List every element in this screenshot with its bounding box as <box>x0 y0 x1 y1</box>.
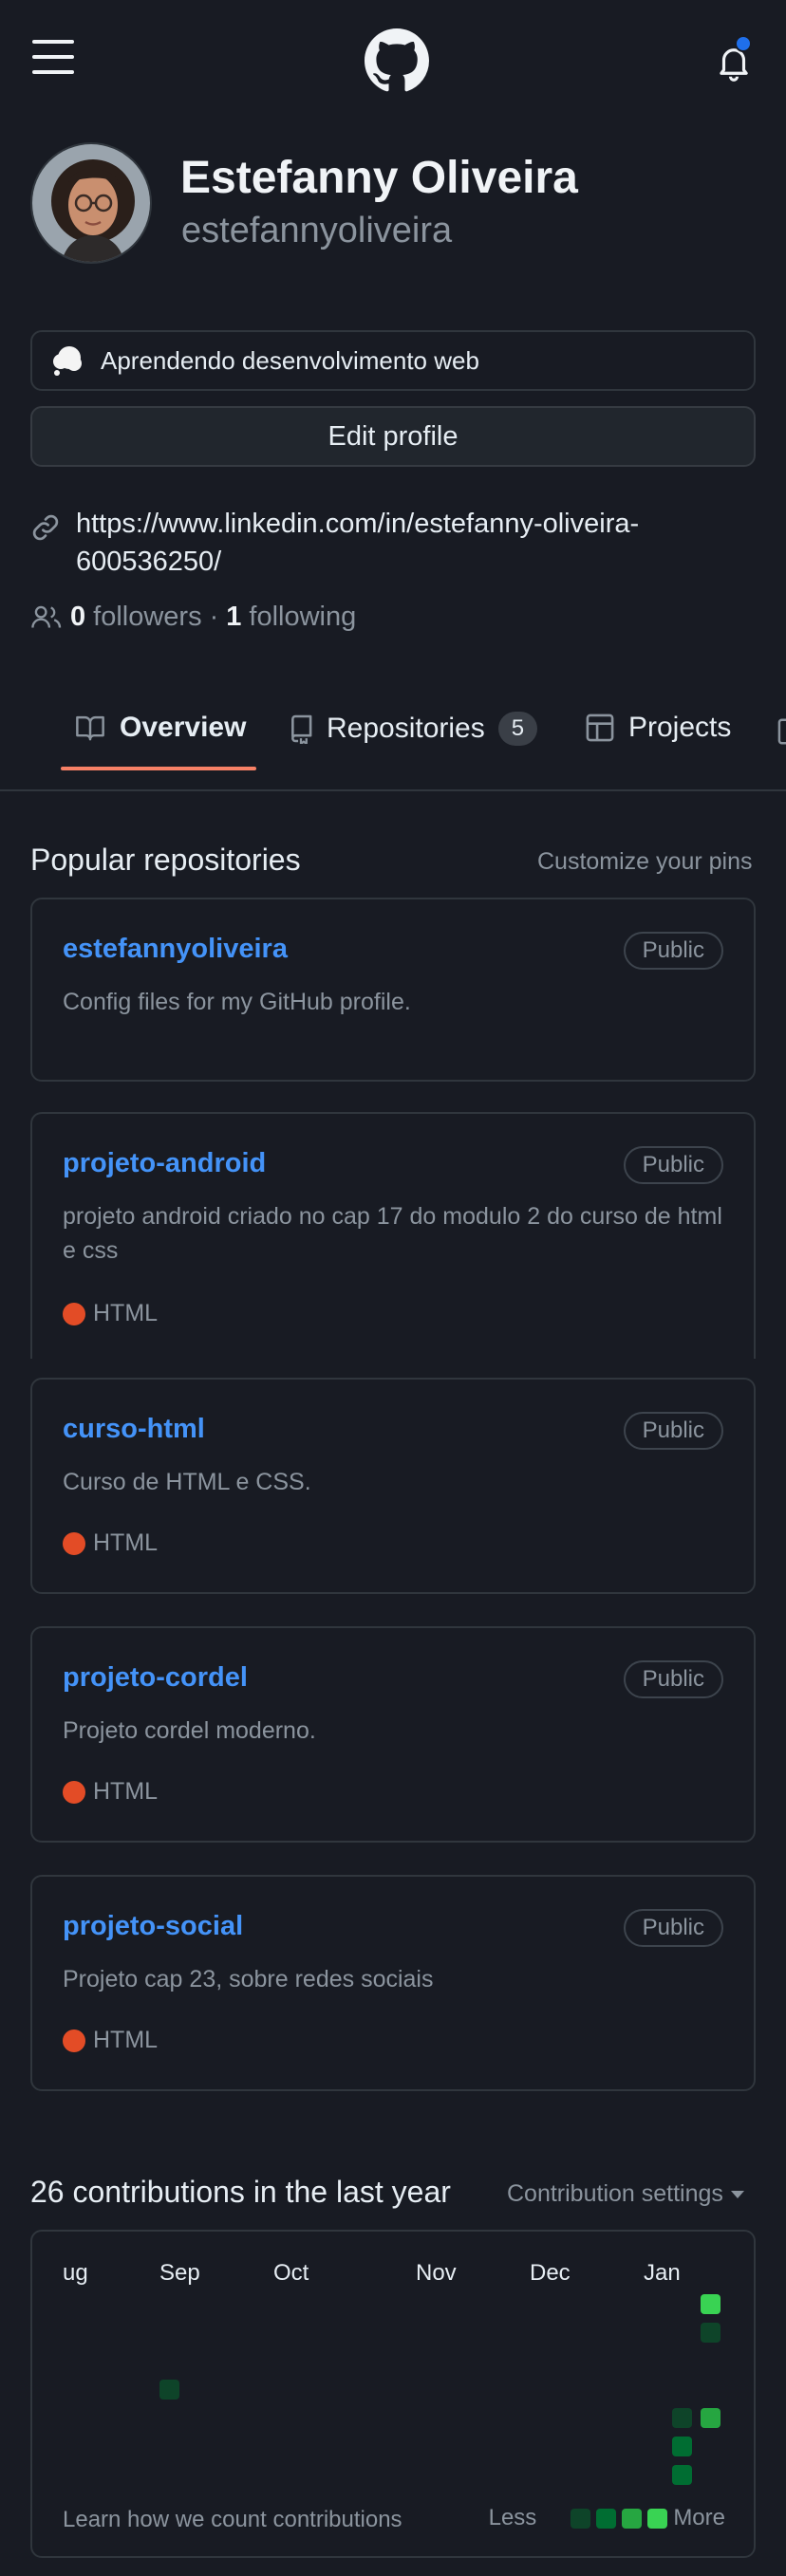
people-icon <box>31 605 62 628</box>
language-label: HTML <box>93 1778 159 1805</box>
month-label: Sep <box>159 2260 200 2286</box>
repositories-count-badge: 5 <box>497 712 538 746</box>
repo-name-link[interactable]: projeto-social <box>63 1911 243 1942</box>
contribution-cell[interactable] <box>672 2437 692 2456</box>
contribution-cell[interactable] <box>159 2380 179 2400</box>
contribution-cell[interactable] <box>701 2294 720 2314</box>
repo-name-link[interactable]: projeto-cordel <box>63 1662 248 1694</box>
repo-card: projeto-cordel Public Projeto cordel mod… <box>30 1626 756 1843</box>
hamburger-line <box>32 70 74 74</box>
month-label: Oct <box>273 2260 309 2286</box>
avatar[interactable] <box>30 142 152 264</box>
month-label: Dec <box>530 2260 571 2286</box>
repo-description: Projeto cordel moderno. <box>63 1717 316 1744</box>
contribution-cell[interactable] <box>701 2408 720 2428</box>
tab-projects-label: Projects <box>628 712 732 743</box>
contribution-settings-label: Contribution settings <box>507 2180 723 2207</box>
table-icon <box>586 713 614 742</box>
profile-username: estefannyoliveira <box>181 211 453 250</box>
month-label: ug <box>63 2260 88 2286</box>
legend-cell <box>647 2508 668 2529</box>
contribution-cell[interactable] <box>701 2323 720 2343</box>
github-logo-icon[interactable] <box>365 28 429 93</box>
visibility-badge: Public <box>623 1909 723 1947</box>
tab-overview-label: Overview <box>120 712 247 743</box>
status-text: Aprendendo desenvolvimento web <box>101 345 479 375</box>
notification-indicator <box>735 35 752 52</box>
language-label: HTML <box>93 2027 159 2053</box>
repo-description: projeto android criado no cap 17 do modu… <box>63 1203 722 1264</box>
caret-down-icon <box>730 2190 744 2198</box>
repo-card: projeto-android Public projeto android c… <box>30 1112 756 1359</box>
legend-cell <box>596 2508 617 2529</box>
book-icon <box>76 715 104 741</box>
tabs-divider <box>0 789 786 791</box>
legend-less-label: Less <box>488 2505 537 2530</box>
repo-card: curso-html Public Curso de HTML e CSS. H… <box>30 1378 756 1594</box>
profile-name: Estefanny Oliveira <box>180 153 578 203</box>
learn-contributions-link[interactable]: Learn how we count contributions <box>63 2507 402 2533</box>
legend-cell <box>622 2508 643 2529</box>
repo-name-link[interactable]: projeto-android <box>63 1148 266 1179</box>
edit-profile-button[interactable]: Edit profile <box>30 406 756 467</box>
follow-separator: · <box>209 602 219 632</box>
tab-repositories[interactable]: Repositories 5 <box>289 712 538 746</box>
legend-more-label: More <box>673 2505 725 2530</box>
followers-count[interactable]: 0 <box>70 602 85 633</box>
repo-card: projeto-social Public Projeto cap 23, so… <box>30 1875 756 2091</box>
contribution-cell[interactable] <box>672 2408 692 2428</box>
month-label: Nov <box>416 2260 457 2286</box>
thought-balloon-icon <box>53 346 82 376</box>
tab-projects[interactable]: Projects <box>585 712 731 744</box>
tab-repositories-label: Repositories <box>327 713 485 744</box>
month-label: Jan <box>644 2260 681 2286</box>
repo-name-link[interactable]: estefannyoliveira <box>63 934 288 965</box>
repo-language: HTML <box>63 1778 158 1806</box>
visibility-badge: Public <box>623 1660 723 1698</box>
visibility-badge: Public <box>623 1412 723 1450</box>
contribution-settings-dropdown[interactable]: Contribution settings <box>507 2180 744 2208</box>
language-color-dot <box>63 1780 85 1804</box>
contribution-legend: Less More <box>489 2505 725 2531</box>
repo-description: Curso de HTML e CSS. <box>63 1469 311 1495</box>
visibility-badge: Public <box>623 932 723 970</box>
profile-link[interactable]: https://www.linkedin.com/in/estefanny-ol… <box>76 505 740 581</box>
customize-pins-link[interactable]: Customize your pins <box>537 848 752 876</box>
language-color-dot <box>63 2029 85 2052</box>
profile-tabs: Overview Repositories 5 Projects <box>0 693 786 791</box>
repo-language: HTML <box>63 1529 158 1557</box>
popular-repos-title: Popular repositories <box>30 843 301 877</box>
status-box[interactable]: Aprendendo desenvolvimento web <box>30 330 756 391</box>
repo-card: estefannyoliveira Public Config files fo… <box>30 898 756 1082</box>
following-label[interactable]: following <box>249 602 356 633</box>
menu-button[interactable] <box>32 40 74 74</box>
hamburger-line <box>32 40 74 44</box>
visibility-badge: Public <box>623 1146 723 1184</box>
language-color-dot <box>63 1302 85 1325</box>
follow-stats: 0 followers · 1 following <box>30 602 356 633</box>
repo-icon <box>291 714 312 744</box>
following-count[interactable]: 1 <box>226 602 241 633</box>
language-label: HTML <box>93 1300 159 1326</box>
avatar-image <box>32 144 150 262</box>
repo-name-link[interactable]: curso-html <box>63 1414 205 1445</box>
language-label: HTML <box>93 1529 159 1556</box>
legend-cell <box>571 2508 591 2529</box>
contribution-graph: ug Sep Oct Nov Dec Jan Learn how we coun… <box>30 2230 756 2558</box>
language-color-dot <box>63 1531 85 1555</box>
contributions-title: 26 contributions in the last year <box>30 2175 451 2209</box>
repo-language: HTML <box>63 2027 158 2054</box>
repo-language: HTML <box>63 1300 158 1327</box>
repo-description: Projeto cap 23, sobre redes sociais <box>63 1966 434 1992</box>
followers-label[interactable]: followers <box>93 602 201 633</box>
active-tab-indicator <box>61 767 256 770</box>
package-icon[interactable] <box>777 717 786 746</box>
contribution-cell[interactable] <box>672 2465 692 2485</box>
hamburger-line <box>32 55 74 59</box>
repo-description: Config files for my GitHub profile. <box>63 989 411 1015</box>
link-icon <box>32 514 59 541</box>
tab-overview[interactable]: Overview <box>74 712 246 744</box>
